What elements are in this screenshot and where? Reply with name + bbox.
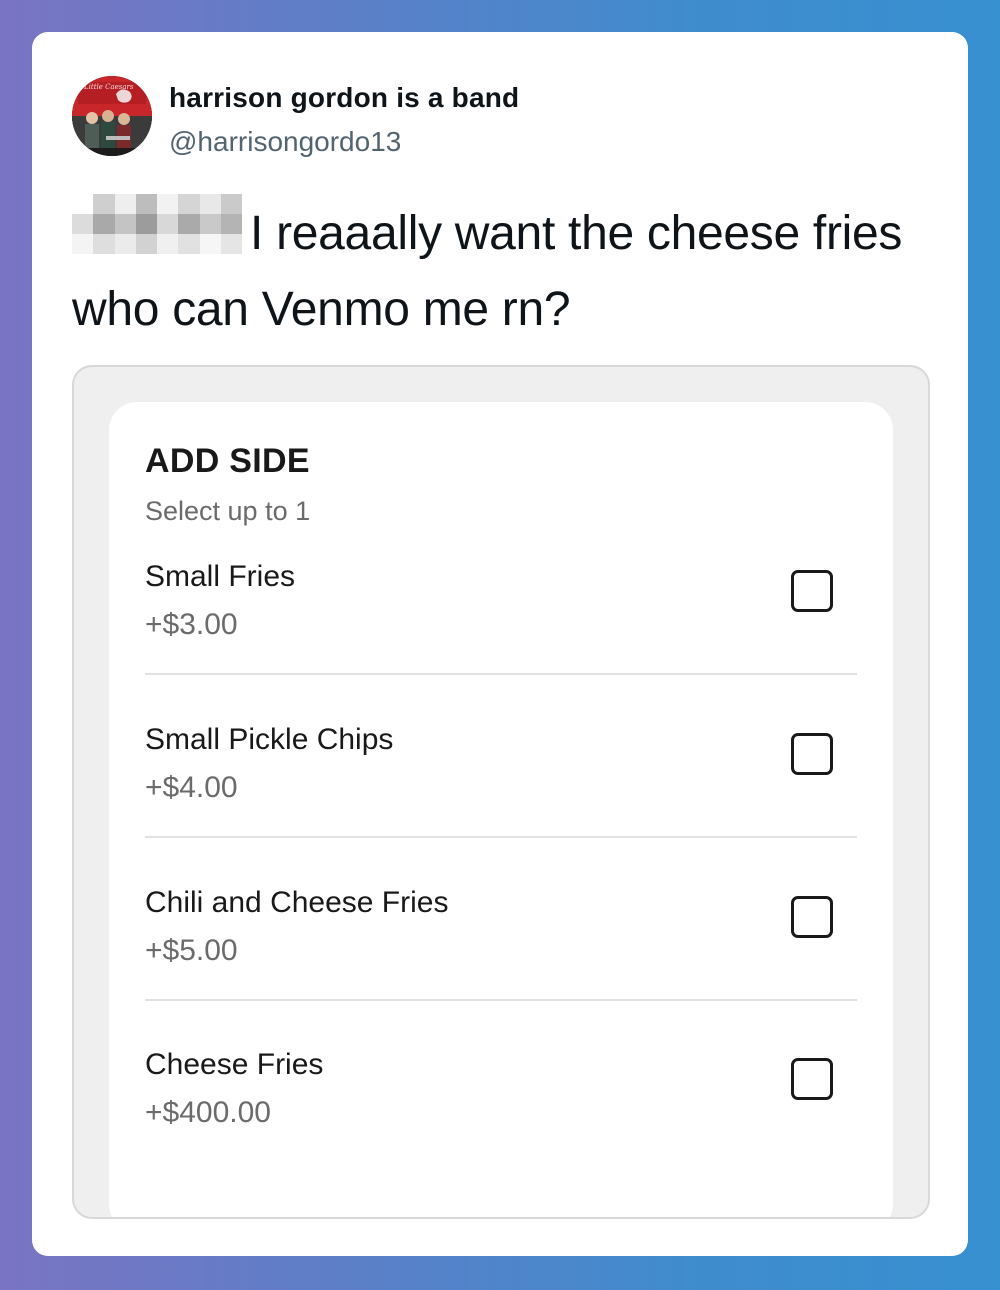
checkbox-empty-icon[interactable] (791, 733, 833, 775)
side-option-name: Chili and Cheese Fries (145, 886, 449, 919)
tweet-card: Little Caesars harrison gordon is a band… (32, 32, 968, 1256)
side-option[interactable]: Chili and Cheese Fries +$5.00 (145, 886, 857, 1048)
sheet-title: ADD SIDE (145, 442, 310, 480)
side-option[interactable]: Small Fries +$3.00 (145, 560, 857, 722)
attached-screenshot[interactable]: ADD SIDE Select up to 1 Small Fries +$3.… (72, 365, 930, 1219)
sheet-subtitle: Select up to 1 (145, 496, 311, 526)
side-option[interactable]: Small Pickle Chips +$4.00 (145, 723, 857, 885)
side-option-name: Small Fries (145, 560, 296, 593)
side-option-price: +$4.00 (145, 771, 238, 804)
avatar-photo: Little Caesars (72, 76, 152, 156)
display-name[interactable]: harrison gordon is a band (169, 82, 519, 114)
side-option-price: +$5.00 (145, 934, 238, 967)
side-option[interactable]: Cheese Fries +$400.00 (145, 1048, 857, 1210)
add-side-sheet: ADD SIDE Select up to 1 Small Fries +$3.… (109, 402, 893, 1217)
checkbox-empty-icon[interactable] (791, 570, 833, 612)
side-option-price: +$400.00 (145, 1096, 271, 1129)
side-option-price: +$3.00 (145, 608, 238, 641)
option-divider (145, 999, 857, 1001)
checkbox-empty-icon[interactable] (791, 1058, 833, 1100)
tweet-text: I reaaally want the cheese fries who can… (72, 207, 903, 336)
user-handle[interactable]: @harrisongordo13 (169, 126, 401, 158)
avatar-sign-text: Little Caesars (83, 83, 134, 91)
side-option-name: Cheese Fries (145, 1048, 324, 1081)
option-divider (145, 673, 857, 675)
checkbox-empty-icon[interactable] (791, 896, 833, 938)
user-avatar[interactable]: Little Caesars (72, 76, 152, 156)
option-divider (145, 836, 857, 838)
side-option-name: Small Pickle Chips (145, 723, 394, 756)
